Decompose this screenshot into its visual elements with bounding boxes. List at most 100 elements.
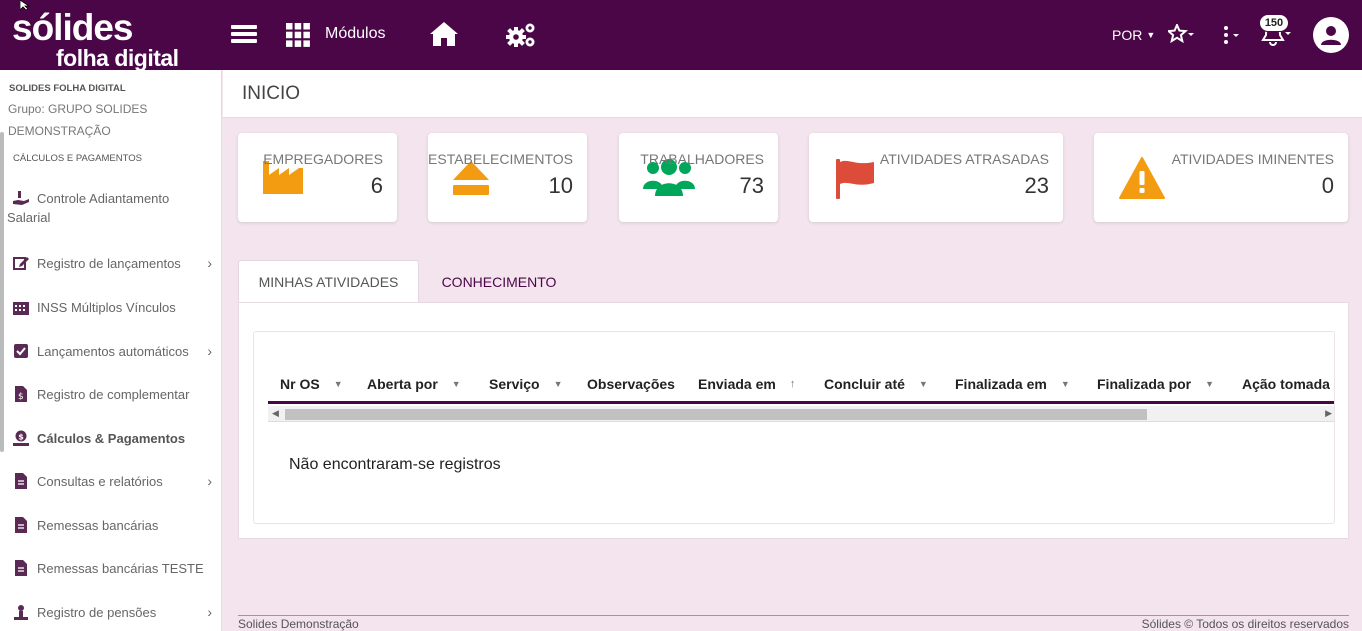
column-header-label: Ação tomada [1242, 376, 1330, 392]
scroll-right-arrow-icon[interactable]: ▶ [1325, 408, 1332, 419]
chevron-right-icon: › [207, 343, 212, 359]
modules-button[interactable]: Módulos [325, 25, 385, 43]
hamburger-menu-icon[interactable] [230, 22, 258, 46]
tab-panel: Nr OS ▼ Aberta por ▼ Serviço ▼ Observações … [238, 302, 1349, 539]
brand-subtitle: folha digital [56, 45, 179, 71]
sidebar-item-registro-lancamentos[interactable]: Registro de lançamentos › [12, 255, 212, 271]
column-header-label: Enviada em [698, 376, 776, 392]
chevron-right-icon: › [207, 473, 212, 489]
sidebar-item-label: Cálculos & Pagamentos [37, 430, 186, 446]
sort-caret-icon: ▼ [553, 379, 563, 389]
brand-logo[interactable]: sólides folha digital [12, 7, 187, 71]
card-label: ATIVIDADES ATRASADAS [879, 151, 1049, 167]
column-header-nr-os[interactable]: Nr OS ▼ [280, 376, 343, 392]
sidebar-item-label: Lançamentos automáticos [37, 343, 189, 359]
sidebar-item-registro-pensoes[interactable]: Registro de pensões › [12, 604, 212, 620]
sidebar-item-inss-multiplos[interactable]: INSS Múltiplos Vínculos [12, 299, 212, 315]
page-title: INICIO [242, 83, 301, 104]
sort-caret-icon: ▼ [1060, 379, 1070, 389]
flag-icon [834, 158, 876, 205]
sidebar-item-label: Controle Adiantamento [37, 190, 170, 206]
sidebar-item-label: Remessas bancárias [37, 517, 159, 533]
sidebar-company-name: SOLIDES FOLHA DIGITAL [9, 83, 126, 94]
footer: Solides Demonstração Sólides © Todos os … [238, 615, 1349, 631]
favorites-star-icon[interactable] [1168, 23, 1196, 45]
sort-caret-icon: ▼ [333, 379, 343, 389]
user-avatar[interactable] [1313, 17, 1349, 53]
column-header-label: Serviço [489, 376, 540, 392]
sidebar-item-label: INSS Múltiplos Vínculos [37, 299, 176, 315]
language-label: POR [1112, 27, 1143, 43]
tab-minhas-atividades[interactable]: MINHAS ATIVIDADES [238, 260, 419, 303]
footer-copyright: Sólides © Todos os direitos reservados [1141, 617, 1349, 631]
column-header-servico[interactable]: Serviço ▼ [489, 376, 563, 392]
grid-icon[interactable] [285, 22, 311, 48]
document-dollar-icon: $ [12, 386, 30, 402]
document-icon [12, 473, 30, 489]
coin-hand-icon: $ [12, 430, 30, 446]
sidebar-item-calculos-pagamentos[interactable]: $ Cálculos & Pagamentos [12, 430, 212, 446]
empty-table-message: Não encontraram-se registros [289, 456, 501, 473]
sidebar-scrollbar[interactable] [0, 132, 4, 452]
document-icon [12, 517, 30, 533]
svg-text:$: $ [18, 392, 24, 402]
card-value: 0 [1321, 173, 1334, 198]
sidebar-item-label-continuation: Salarial [7, 210, 51, 225]
sort-caret-icon: ▼ [918, 379, 928, 389]
building-icon [12, 299, 30, 315]
home-icon[interactable] [428, 20, 460, 48]
sidebar-item-label: Registro de complementar [37, 386, 190, 402]
column-header-finalizada-por[interactable]: Finalizada por ▼ [1097, 376, 1214, 392]
sidebar-item-label: Consultas e relatórios [37, 473, 163, 489]
card-estabelecimentos[interactable]: ESTABELECIMENTOS 10 [428, 133, 587, 222]
column-header-label: Concluir até [824, 376, 905, 392]
sidebar-item-lancamentos-automaticos[interactable]: Lançamentos automáticos › [12, 343, 212, 359]
column-header-enviada-em[interactable]: Enviada em ↑ [698, 376, 795, 392]
tab-conhecimento[interactable]: CONHECIMENTO [419, 260, 579, 303]
card-value: 73 [739, 173, 764, 198]
scrollbar-thumb[interactable] [285, 409, 1147, 420]
scroll-left-arrow-icon[interactable]: ◀ [272, 408, 279, 419]
caret-down-icon: ▼ [1146, 30, 1156, 40]
chevron-right-icon: › [207, 604, 212, 620]
column-header-acao-tomada[interactable]: Ação tomada [1242, 376, 1330, 392]
chevron-right-icon: › [207, 255, 212, 271]
document-icon [12, 560, 30, 576]
top-bar: sólides folha digital Módulos POR ▼ 150 [0, 0, 1362, 70]
column-header-observacoes[interactable]: Observações [587, 376, 675, 392]
column-header-concluir-ate[interactable]: Concluir até ▼ [824, 376, 928, 392]
card-atividades-iminentes[interactable]: ATIVIDADES IMINENTES 0 [1094, 133, 1348, 222]
footer-company: Solides Demonstração [238, 617, 359, 631]
sidebar-section-title: CÁLCULOS E PAGAMENTOS [13, 153, 142, 164]
page-header: INICIO [223, 70, 1362, 118]
mouse-cursor-icon [20, 0, 31, 10]
card-label: ESTABELECIMENTOS [428, 151, 573, 167]
card-atividades-atrasadas[interactable]: ATIVIDADES ATRASADAS 23 [809, 133, 1063, 222]
sidebar-item-controle-adiantamento[interactable]: Controle Adiantamento [12, 190, 212, 206]
card-trabalhadores[interactable]: TRABALHADORES 73 [619, 133, 778, 222]
card-empregadores[interactable]: EMPREGADORES 6 [238, 133, 397, 222]
table-header: Nr OS ▼ Aberta por ▼ Serviço ▼ Observações … [268, 362, 1334, 404]
activities-table: Nr OS ▼ Aberta por ▼ Serviço ▼ Observações … [253, 331, 1335, 524]
warning-icon [1119, 157, 1165, 204]
sidebar-item-remessas-bancarias[interactable]: Remessas bancárias [12, 517, 212, 533]
user-icon [1321, 26, 1341, 45]
person-icon [12, 604, 30, 620]
sidebar-item-consultas-relatorios[interactable]: Consultas e relatórios › [12, 473, 212, 489]
checkbox-icon [12, 343, 30, 359]
sidebar-item-remessas-bancarias-teste[interactable]: Remessas bancárias TESTE [12, 560, 212, 576]
activity-tabs: MINHAS ATIVIDADES CONHECIMENTO [238, 260, 1349, 303]
more-options-icon[interactable] [1220, 24, 1244, 46]
sidebar-item-label: Registro de lançamentos [37, 255, 181, 271]
sidebar-group-name: Grupo: GRUPO SOLIDES DEMONSTRAÇÃO [8, 102, 148, 138]
settings-gears-icon[interactable] [504, 20, 538, 50]
sidebar-item-registro-complementar[interactable]: $ Registro de complementar [12, 386, 212, 402]
column-header-label: Finalizada em [955, 376, 1047, 392]
column-header-aberta-por[interactable]: Aberta por ▼ [367, 376, 461, 392]
column-header-finalizada-em[interactable]: Finalizada em ▼ [955, 376, 1070, 392]
card-label: EMPREGADORES [263, 151, 383, 167]
brand-name: sólides [12, 7, 133, 48]
card-value: 10 [548, 173, 573, 198]
language-selector[interactable]: POR ▼ [1112, 27, 1155, 43]
table-horizontal-scrollbar[interactable]: ◀ ▶ [268, 406, 1334, 422]
